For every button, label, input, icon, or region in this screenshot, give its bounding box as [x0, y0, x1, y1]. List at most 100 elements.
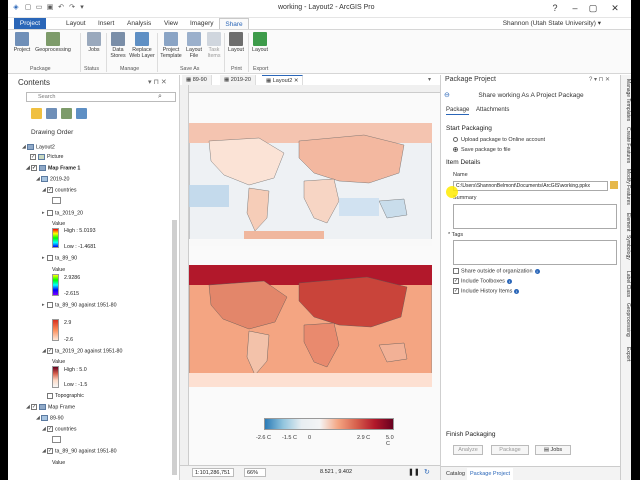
customize-toolbar-icon[interactable]: ▾	[78, 4, 86, 12]
user-account[interactable]: Shannon (Utah State University) ▾	[503, 19, 601, 27]
side-tab-element[interactable]: Element	[622, 213, 631, 231]
side-tab-geoprocessing[interactable]: Geoprocessing	[622, 303, 631, 337]
color-ramp-swatch[interactable]	[52, 319, 59, 341]
toc-item-layout[interactable]: ◢ Layout2	[22, 143, 55, 151]
tab-package-project[interactable]: Package Project	[467, 468, 514, 480]
toc-item-map-frame[interactable]: ◢ ✓ Map Frame	[26, 403, 75, 411]
maximize-button[interactable]: ▢	[586, 2, 600, 14]
tab-project[interactable]: Project	[14, 18, 46, 29]
close-button[interactable]: ✕	[608, 2, 622, 14]
layout-page[interactable]: -2.6 C -1.5 C 0 2.9 C 5.0 C	[189, 93, 440, 466]
checkbox[interactable]: ✓	[47, 448, 53, 454]
toc-item-ta-2019-20-anomaly[interactable]: ◢ ✓ ta_2019_20 against 1951-80	[42, 347, 122, 355]
toc-item-countries[interactable]: ◢ ✓ countries	[42, 425, 77, 433]
new-icon[interactable]: ▢	[24, 4, 32, 12]
help-icon[interactable]: ?	[548, 2, 562, 14]
view-tab-89-90[interactable]: ▦ 89-90	[182, 75, 212, 85]
layout-file-button[interactable]: Layout File	[184, 32, 204, 59]
toc-item-ta-89-90-anomaly[interactable]: ◢ ✓ ta_89_90 against 1951-80	[42, 447, 117, 455]
checkbox[interactable]	[47, 392, 53, 399]
geoprocessing-package-button[interactable]: Geoprocessing	[34, 32, 72, 53]
toc-item-picture[interactable]: ✓ Picture	[30, 153, 64, 161]
save-option[interactable]: Save package to file	[453, 147, 511, 153]
jobs-button[interactable]: Jobs	[84, 32, 104, 53]
checkbox[interactable]: ✓	[47, 187, 53, 193]
checkbox[interactable]: ✓	[30, 153, 36, 160]
contents-search-input[interactable]: Search	[26, 92, 176, 102]
tab-menu-icon[interactable]: ▾	[428, 76, 431, 83]
checkbox[interactable]: ✓	[31, 165, 37, 171]
tab-layout[interactable]: Layout	[62, 18, 90, 29]
open-icon[interactable]: ▭	[35, 4, 43, 12]
pause-icon[interactable]: ❚❚	[408, 468, 420, 476]
checkbox[interactable]	[47, 302, 53, 308]
print-layout-button[interactable]: Layout	[226, 32, 246, 53]
zoom-box[interactable]: 66%	[244, 468, 266, 477]
tags-input[interactable]	[453, 240, 617, 265]
side-tab-modify-features[interactable]: Modify Features	[622, 169, 631, 205]
analyze-button[interactable]: Analyze	[453, 445, 483, 455]
toc-item-ta-89-90[interactable]: ▸ ta_89_90	[42, 254, 77, 262]
color-ramp-swatch[interactable]	[52, 228, 59, 248]
toc-item-map-2019-20[interactable]: ◢ 2019-20	[36, 175, 69, 183]
summary-input[interactable]	[453, 204, 617, 229]
project-template-button[interactable]: Project Template	[159, 32, 183, 59]
project-package-button[interactable]: Project	[12, 32, 32, 53]
color-legend[interactable]: -2.6 C -1.5 C 0 2.9 C 5.0 C	[256, 418, 394, 447]
tab-imagery[interactable]: Imagery	[186, 18, 217, 29]
radio-save[interactable]	[453, 147, 458, 153]
checkbox[interactable]: ✓	[47, 348, 53, 354]
countries-symbol-swatch[interactable]	[52, 436, 61, 443]
checkbox[interactable]: ✓	[47, 426, 53, 432]
undo-icon[interactable]: ↶	[57, 4, 65, 12]
package-button[interactable]: Package	[491, 445, 529, 455]
tab-package[interactable]: Package	[446, 107, 470, 115]
radio-upload[interactable]	[453, 137, 458, 143]
scale-box[interactable]: 1:101,286,751	[192, 468, 234, 477]
side-tab-manage-templates[interactable]: Manage Templates	[622, 79, 631, 121]
toc-item-topographic[interactable]: Topographic	[42, 392, 84, 400]
pane-controls-icon[interactable]: ? ▾ ⊓ ✕	[589, 76, 610, 83]
include-toolboxes-option[interactable]: ✓ Include Toolboxes i	[453, 278, 512, 284]
minimize-button[interactable]: –	[568, 2, 582, 14]
tab-insert[interactable]: Insert	[94, 18, 118, 29]
map-frame-2019-20[interactable]	[189, 123, 432, 246]
checkbox[interactable]	[47, 210, 53, 216]
tab-attachments[interactable]: Attachments	[476, 107, 509, 114]
tab-view[interactable]: View	[160, 18, 182, 29]
refresh-icon[interactable]: ↻	[424, 468, 430, 476]
close-tab-icon[interactable]: ✕	[292, 78, 299, 84]
name-input[interactable]: C:\Users\ShannonBelmont\Documents\ArcGIS…	[453, 181, 608, 191]
search-icon[interactable]: ⌕	[158, 93, 162, 101]
list-by-editing-icon[interactable]	[76, 108, 87, 119]
info-icon[interactable]: i	[514, 288, 520, 294]
checkbox[interactable]	[453, 268, 459, 274]
include-history-option[interactable]: ✓ Include History Items i	[453, 288, 520, 294]
save-icon[interactable]: ▣	[46, 4, 54, 12]
view-tab-2019-20[interactable]: ▦ 2019-20	[220, 75, 256, 85]
checkbox[interactable]: ✓	[453, 278, 459, 284]
contents-scrollbar[interactable]	[172, 220, 177, 475]
toc-item-countries[interactable]: ◢ ✓ countries	[42, 186, 77, 194]
checkbox[interactable]: ✓	[453, 288, 459, 294]
side-tab-export[interactable]: Export	[622, 347, 631, 361]
replace-web-layer-button[interactable]: Replace Web Layer	[129, 32, 155, 59]
tab-catalog[interactable]: Catalog	[443, 468, 468, 480]
checkbox[interactable]	[47, 255, 53, 261]
side-tab-label-class[interactable]: Label Class	[622, 271, 631, 297]
map-frame-89-90[interactable]	[189, 265, 432, 387]
list-by-selection-icon[interactable]	[61, 108, 72, 119]
redo-icon[interactable]: ↷	[68, 4, 76, 12]
checkbox[interactable]: ✓	[31, 404, 37, 410]
tab-share[interactable]: Share	[219, 18, 249, 29]
countries-symbol-swatch[interactable]	[52, 197, 61, 204]
view-tab-layout2[interactable]: ▦ Layout2 ✕	[262, 75, 304, 85]
side-tab-symbology[interactable]: Symbology	[622, 235, 631, 260]
list-by-source-icon[interactable]	[46, 108, 57, 119]
task-items-button[interactable]: Task Items	[205, 32, 223, 59]
data-stores-button[interactable]: Data Stores	[108, 32, 128, 59]
color-ramp-swatch[interactable]	[52, 366, 59, 388]
info-icon[interactable]: i	[506, 278, 512, 284]
export-layout-button[interactable]: Layout	[250, 32, 270, 53]
toc-item-ta-2019-20[interactable]: ▸ ta_2019_20	[42, 209, 83, 217]
